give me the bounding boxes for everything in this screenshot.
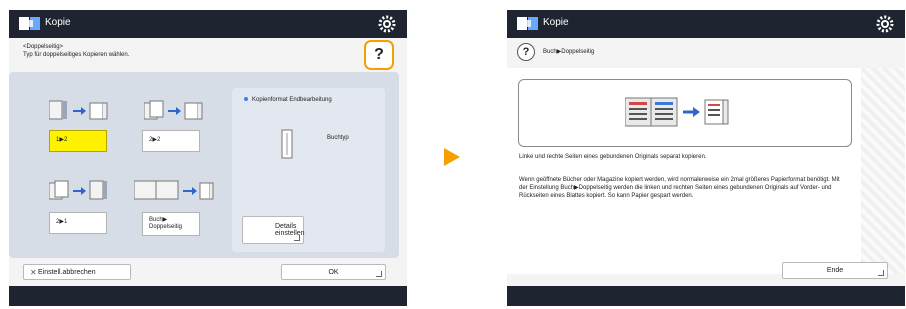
title-bar: Kopie [9,10,407,38]
app-title-right: Kopie [543,17,569,28]
scroll-area[interactable] [861,68,905,274]
details-button[interactable]: Details einstellen [242,216,305,244]
end-button[interactable]: Ende [782,262,888,279]
description-text: Linke und rechte Seiten eines gebundenen… [519,154,707,160]
close-icon: ✕ [30,268,37,277]
help-topic-label: Buch▶Doppelseitig [543,49,595,55]
mode-2to2[interactable]: 2▶2 [142,130,200,152]
book-to-two-sided-icon [133,179,214,208]
bottom-bar-right [507,286,905,306]
mode-book-label: Buch▶ Doppelseitig [149,217,183,230]
title-bar-right: Kopie [507,10,905,38]
right-screen: Kopie ? Buch▶Doppelseitig Linke und rech… [507,10,905,306]
subtitle: <Doppelseitig> [23,44,64,50]
mode-1to2-label: 1▶2 [56,137,68,143]
info-header: Kopienformat Endbearbeitung [244,97,332,103]
mode-2to2-label: 2▶2 [149,137,161,143]
book-to-duplex-illustration [625,97,729,127]
copy-app-icon [19,17,40,30]
transition-arrow-icon [444,148,460,166]
book-type-label: Buchtyp [327,135,349,141]
app-title: Kopie [45,17,71,28]
copy-app-icon [517,17,538,30]
help-button[interactable]: ? [364,40,394,70]
duplex-mode-panel: Kopienformat Endbearbeitung Buchtyp Deta… [9,72,399,258]
cancel-settings-button[interactable]: ✕ Einstell.abbrechen [23,264,131,280]
bottom-bar [9,286,407,306]
gear-icon[interactable] [377,14,397,34]
info-header-text: Kopienformat Endbearbeitung [252,97,332,103]
instruction-text: Typ für doppelseitiges Kopieren wählen. [23,52,130,58]
mode-1to2[interactable]: 1▶2 [49,130,107,152]
book-type-icon [281,129,293,159]
one-to-two-sided-icon [48,99,109,128]
two-to-two-sided-icon [143,99,204,128]
help-button-right[interactable]: ? [517,43,535,61]
question-icon: ? [522,46,530,58]
detail-text: Wenn geöffnete Bücher oder Magazine kopi… [519,177,840,199]
mode-book-to-two-sided[interactable]: Buch▶ Doppelseitig [142,212,200,236]
ok-button[interactable]: OK [281,264,386,280]
mode-2to1-label: 2▶1 [56,219,68,225]
mode-2to1[interactable]: 2▶1 [49,212,107,234]
finishing-panel: Kopienformat Endbearbeitung Buchtyp Deta… [232,88,385,252]
illustration-frame [518,79,852,147]
info-bullet-icon [244,97,248,102]
two-to-one-sided-icon [48,179,109,208]
left-screen: Kopie <Doppelseitig> Typ für doppelseiti… [9,10,407,306]
ok-label: OK [328,269,339,276]
question-icon: ? [374,46,384,63]
cancel-settings-label: Einstell.abbrechen [38,269,96,276]
end-label: Ende [826,267,844,274]
gear-icon[interactable] [875,14,895,34]
